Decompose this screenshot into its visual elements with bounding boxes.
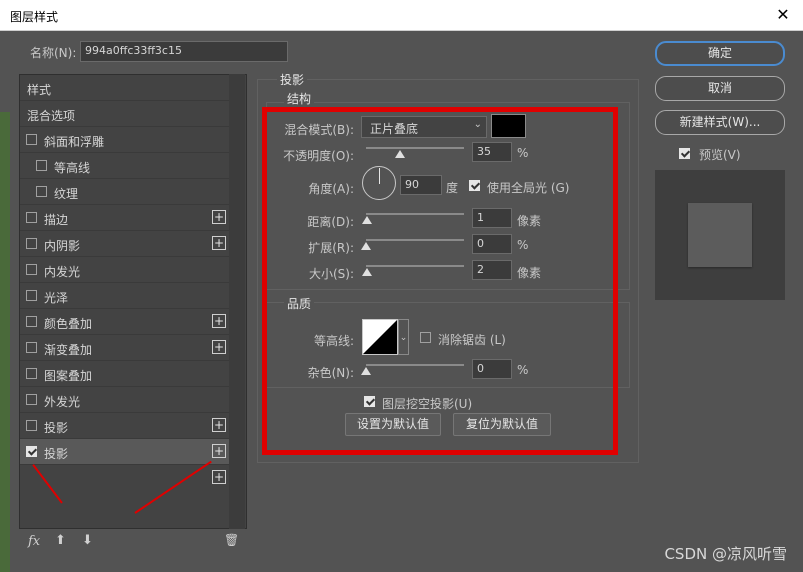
- style-list-item[interactable]: 斜面和浮雕: [20, 127, 230, 153]
- move-up-icon[interactable]: ⬆: [55, 533, 66, 548]
- styles-list-scrollbar[interactable]: [229, 74, 245, 529]
- background-canvas-strip: [0, 112, 10, 572]
- style-list-item[interactable]: 等高线: [20, 153, 230, 179]
- preview-swatch: [688, 203, 752, 267]
- style-checkbox[interactable]: [26, 368, 37, 379]
- close-icon[interactable]: ✕: [773, 5, 793, 25]
- style-checkbox[interactable]: [26, 238, 37, 249]
- structure-title: 结构: [284, 90, 315, 107]
- new-style-button[interactable]: 新建样式(W)...: [655, 110, 785, 135]
- preview-checkbox[interactable]: [679, 148, 690, 159]
- style-label: 等高线: [54, 161, 91, 175]
- style-label: 投影: [44, 421, 69, 435]
- style-label: 纹理: [54, 187, 79, 201]
- styles-list: 样式混合选项斜面和浮雕等高线纹理描边 + 内阴影 + 内发光光泽颜色叠加 + 渐变叠加 + 图案…: [19, 74, 247, 529]
- title-bar: 图层样式 ✕: [0, 0, 803, 31]
- add-effect-icon[interactable]: +: [212, 210, 226, 224]
- style-label: 渐变叠加: [44, 343, 93, 357]
- style-list-item[interactable]: 颜色叠加 +: [20, 309, 230, 335]
- trash-icon[interactable]: 🗑: [224, 533, 239, 547]
- style-list-item[interactable]: 样式: [20, 75, 230, 101]
- style-list-item[interactable]: 混合选项: [20, 101, 230, 127]
- cancel-button[interactable]: 取消: [655, 76, 785, 101]
- style-checkbox[interactable]: [26, 290, 37, 301]
- style-label: 内发光: [44, 265, 81, 279]
- style-checkbox[interactable]: [26, 212, 37, 223]
- style-label: 样式: [27, 83, 52, 97]
- style-checkbox[interactable]: [26, 264, 37, 275]
- style-checkbox[interactable]: [26, 134, 37, 145]
- style-checkbox[interactable]: [26, 420, 37, 431]
- move-down-icon[interactable]: ⬇: [82, 533, 93, 548]
- watermark: CSDN @凉风听雪: [664, 545, 787, 563]
- style-list-item[interactable]: 内阴影 +: [20, 231, 230, 257]
- style-list-item[interactable]: 外发光: [20, 387, 230, 413]
- ok-button[interactable]: 确定: [655, 41, 785, 66]
- style-list-item[interactable]: 光泽: [20, 283, 230, 309]
- annotation-highlight-box: [262, 107, 618, 455]
- style-checkbox[interactable]: [26, 446, 37, 457]
- style-list-item[interactable]: 内发光: [20, 257, 230, 283]
- add-effect-icon[interactable]: +: [212, 340, 226, 354]
- style-checkbox[interactable]: [26, 316, 37, 327]
- add-effect-icon[interactable]: +: [212, 314, 226, 328]
- add-effect-icon[interactable]: +: [212, 470, 226, 484]
- style-checkbox[interactable]: [26, 342, 37, 353]
- preview-label: 预览(V): [699, 148, 741, 162]
- style-list-item[interactable]: 纹理: [20, 179, 230, 205]
- style-checkbox[interactable]: [26, 394, 37, 405]
- window-title: 图层样式: [10, 10, 59, 24]
- style-list-item[interactable]: 投影 +: [20, 439, 230, 465]
- style-label: 斜面和浮雕: [44, 135, 105, 149]
- style-checkbox[interactable]: [36, 186, 47, 197]
- style-label: 混合选项: [27, 109, 76, 123]
- preview-area: [655, 170, 785, 300]
- style-label: 外发光: [44, 395, 81, 409]
- style-list-item[interactable]: 投影 +: [20, 413, 230, 439]
- style-label: 描边: [44, 213, 69, 227]
- style-list-item[interactable]: 描边 +: [20, 205, 230, 231]
- fx-icon[interactable]: fx: [28, 534, 40, 549]
- style-label: 光泽: [44, 291, 69, 305]
- style-checkbox[interactable]: [36, 160, 47, 171]
- add-effect-icon[interactable]: +: [212, 236, 226, 250]
- add-effect-icon[interactable]: +: [212, 418, 226, 432]
- name-label: 名称(N):: [30, 46, 77, 60]
- style-label: 内阴影: [44, 239, 81, 253]
- name-field[interactable]: 994a0ffc33ff3c15: [80, 41, 288, 62]
- style-label: 图案叠加: [44, 369, 93, 383]
- section-title: 投影: [277, 71, 308, 88]
- style-list-item[interactable]: 图案叠加: [20, 361, 230, 387]
- add-effect-icon[interactable]: +: [212, 444, 226, 458]
- style-label: 投影: [44, 447, 69, 461]
- style-list-item[interactable]: 渐变叠加 +: [20, 335, 230, 361]
- style-label: 颜色叠加: [44, 317, 93, 331]
